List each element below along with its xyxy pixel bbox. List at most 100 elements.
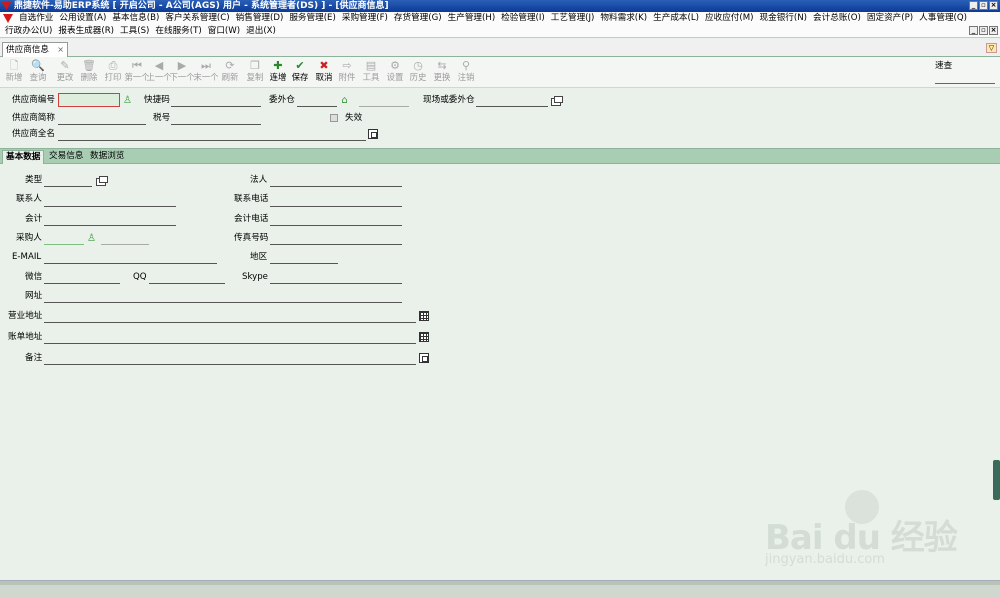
- site-warehouse-label: 现场或委外仓: [423, 95, 475, 105]
- menu-item-r2-3[interactable]: 在线服务(T): [152, 25, 204, 38]
- supplier-code-input[interactable]: [58, 93, 120, 107]
- menu-item-r1-5[interactable]: 服务管理(E): [286, 12, 339, 25]
- wechat-label: 微信: [25, 272, 43, 282]
- history-icon: ◷: [413, 59, 423, 72]
- invalid-checkbox[interactable]: [330, 114, 338, 122]
- outsource-warehouse-input[interactable]: [297, 96, 337, 107]
- tab-basic-data[interactable]: 基本数据: [2, 150, 45, 164]
- short-name-input[interactable]: [58, 114, 146, 125]
- toolbar-button-label: 注销: [457, 72, 475, 82]
- menu-item-r1-2[interactable]: 基本信息(B): [109, 12, 162, 25]
- restore-button[interactable]: ▫: [979, 1, 988, 10]
- mdi-restore-button[interactable]: ▫: [979, 26, 988, 35]
- accountant-input[interactable]: [44, 215, 176, 226]
- last-icon: ⏭: [201, 59, 211, 72]
- tax-number-input[interactable]: [171, 114, 261, 125]
- menu-item-r1-14[interactable]: 现金银行(N): [757, 12, 811, 25]
- minimize-button[interactable]: _: [969, 1, 978, 10]
- menu-item-r2-1[interactable]: 报表生成器(R): [55, 25, 117, 38]
- qq-label: QQ: [133, 272, 147, 282]
- quick-code-input[interactable]: [171, 96, 261, 107]
- fax-input[interactable]: [270, 234, 402, 245]
- side-scroll-handle[interactable]: [993, 460, 1000, 500]
- menu-item-r2-5[interactable]: 退出(X): [243, 25, 279, 38]
- settings-icon: ⚙: [390, 59, 400, 72]
- mdi-close-button[interactable]: ×: [989, 26, 998, 35]
- save-icon: ✔: [295, 59, 305, 72]
- qq-input[interactable]: [149, 273, 225, 284]
- type-lookup-icon[interactable]: [96, 176, 108, 186]
- cancel-icon: ✖: [319, 59, 329, 72]
- warehouse-lookup-icon[interactable]: ⌂: [339, 95, 350, 106]
- menu-item-r1-12[interactable]: 生产成本(L): [650, 12, 702, 25]
- menu-item-r1-1[interactable]: 公用设置(A): [56, 12, 109, 25]
- full-name-input[interactable]: [58, 130, 366, 141]
- bill-address-label: 账单地址: [8, 332, 43, 342]
- menu-bar: 自选作业 公用设置(A) 基本信息(B) 客户关系管理(C) 销售管理(D) 服务管理(E…: [0, 12, 1000, 38]
- mdi-minimize-button[interactable]: _: [969, 26, 978, 35]
- website-input[interactable]: [44, 292, 402, 303]
- accountant-phone-label: 会计电话: [234, 214, 269, 224]
- tab-close-icon[interactable]: ×: [57, 43, 64, 57]
- legal-person-input[interactable]: [270, 176, 402, 187]
- query-icon: 🔍: [31, 59, 45, 72]
- skype-input[interactable]: [270, 273, 402, 284]
- menu-row-1: 自选作业 公用设置(A) 基本信息(B) 客户关系管理(C) 销售管理(D) 服务管理(E…: [0, 12, 970, 25]
- menu-item-r1-3[interactable]: 客户关系管理(C): [162, 12, 232, 25]
- menu-item-r1-15[interactable]: 会计总账(O): [810, 12, 864, 25]
- window-lookup-icon[interactable]: [551, 96, 563, 106]
- tab-data-browse[interactable]: 数据浏览: [87, 150, 127, 164]
- email-input[interactable]: [44, 253, 217, 264]
- menu-item-r1-6[interactable]: 采购管理(F): [339, 12, 391, 25]
- menu-item-r2-4[interactable]: 窗口(W): [205, 25, 243, 38]
- business-address-label: 营业地址: [8, 311, 43, 321]
- menu-item-r1-10[interactable]: 工艺管理(J): [548, 12, 598, 25]
- business-address-input[interactable]: [44, 312, 416, 323]
- menu-item-r1-7[interactable]: 存货管理(G): [391, 12, 445, 25]
- edit-icon: ✎: [60, 59, 70, 72]
- buyer-lookup-person-icon[interactable]: ♙: [86, 233, 97, 244]
- contact-phone-input[interactable]: [270, 196, 402, 207]
- menu-item-r1-4[interactable]: 销售管理(D): [233, 12, 287, 25]
- menu-item-r1-17[interactable]: 人事管理(Q): [916, 12, 970, 25]
- menu-item-r1-11[interactable]: 物料需求(K): [597, 12, 650, 25]
- copy-icon: ❐: [250, 59, 260, 72]
- quick-search-input[interactable]: [935, 83, 995, 84]
- baidu-watermark: Bai du 经验 jingyan.baidu.com: [765, 490, 965, 580]
- site-warehouse-input[interactable]: [476, 96, 548, 107]
- menu-item-r1-9[interactable]: 检验管理(I): [498, 12, 548, 25]
- region-input[interactable]: [270, 253, 338, 264]
- contact-input[interactable]: [44, 196, 176, 207]
- accountant-phone-input[interactable]: [270, 215, 402, 226]
- type-input[interactable]: [44, 176, 92, 187]
- tab-list-chevron-icon[interactable]: ▽: [986, 43, 997, 53]
- menu-item-r2-2[interactable]: 工具(S): [117, 25, 152, 38]
- menu-item-r1-16[interactable]: 固定资产(P): [864, 12, 916, 25]
- wechat-input[interactable]: [44, 273, 120, 284]
- close-button[interactable]: ×: [989, 1, 998, 10]
- query-button[interactable]: 🔍 查询: [27, 59, 49, 83]
- document-tab-strip: 供应商信息 × ▽: [0, 39, 1000, 57]
- remark-input[interactable]: [44, 354, 416, 365]
- refresh-icon: ⟳: [225, 59, 235, 72]
- remark-memo-icon[interactable]: [419, 353, 429, 363]
- title-bar: 鼎捷软件-易助ERP系统 [ 开启公司 - A公司(AGS) 用户 - 系统管理…: [0, 0, 1000, 12]
- lookup-person-icon[interactable]: ♙: [122, 95, 133, 106]
- menu-item-r2-0[interactable]: 行政办公(U): [2, 25, 55, 38]
- attachment-icon: ⇨: [342, 59, 352, 72]
- memo-icon[interactable]: [368, 129, 378, 139]
- menu-item-r1-13[interactable]: 应收应付(M): [702, 12, 757, 25]
- email-label: E-MAIL: [12, 252, 42, 262]
- tab-supplier-info[interactable]: 供应商信息 ×: [2, 42, 68, 57]
- buyer-input[interactable]: [44, 234, 84, 245]
- short-name-label: 供应商简称: [12, 113, 55, 123]
- address-grid-icon[interactable]: [419, 311, 429, 321]
- tab-transaction-info[interactable]: 交易信息: [46, 150, 86, 164]
- menu-item-r1-8[interactable]: 生产管理(H): [445, 12, 499, 25]
- menu-item-r1-0[interactable]: 自选作业: [16, 12, 56, 25]
- logout-button[interactable]: ⚲ 注销: [455, 59, 477, 83]
- delete-icon: 🗑: [82, 59, 96, 72]
- bill-address-grid-icon[interactable]: [419, 332, 429, 342]
- outsource-warehouse-name: [359, 96, 409, 107]
- bill-address-input[interactable]: [44, 333, 416, 344]
